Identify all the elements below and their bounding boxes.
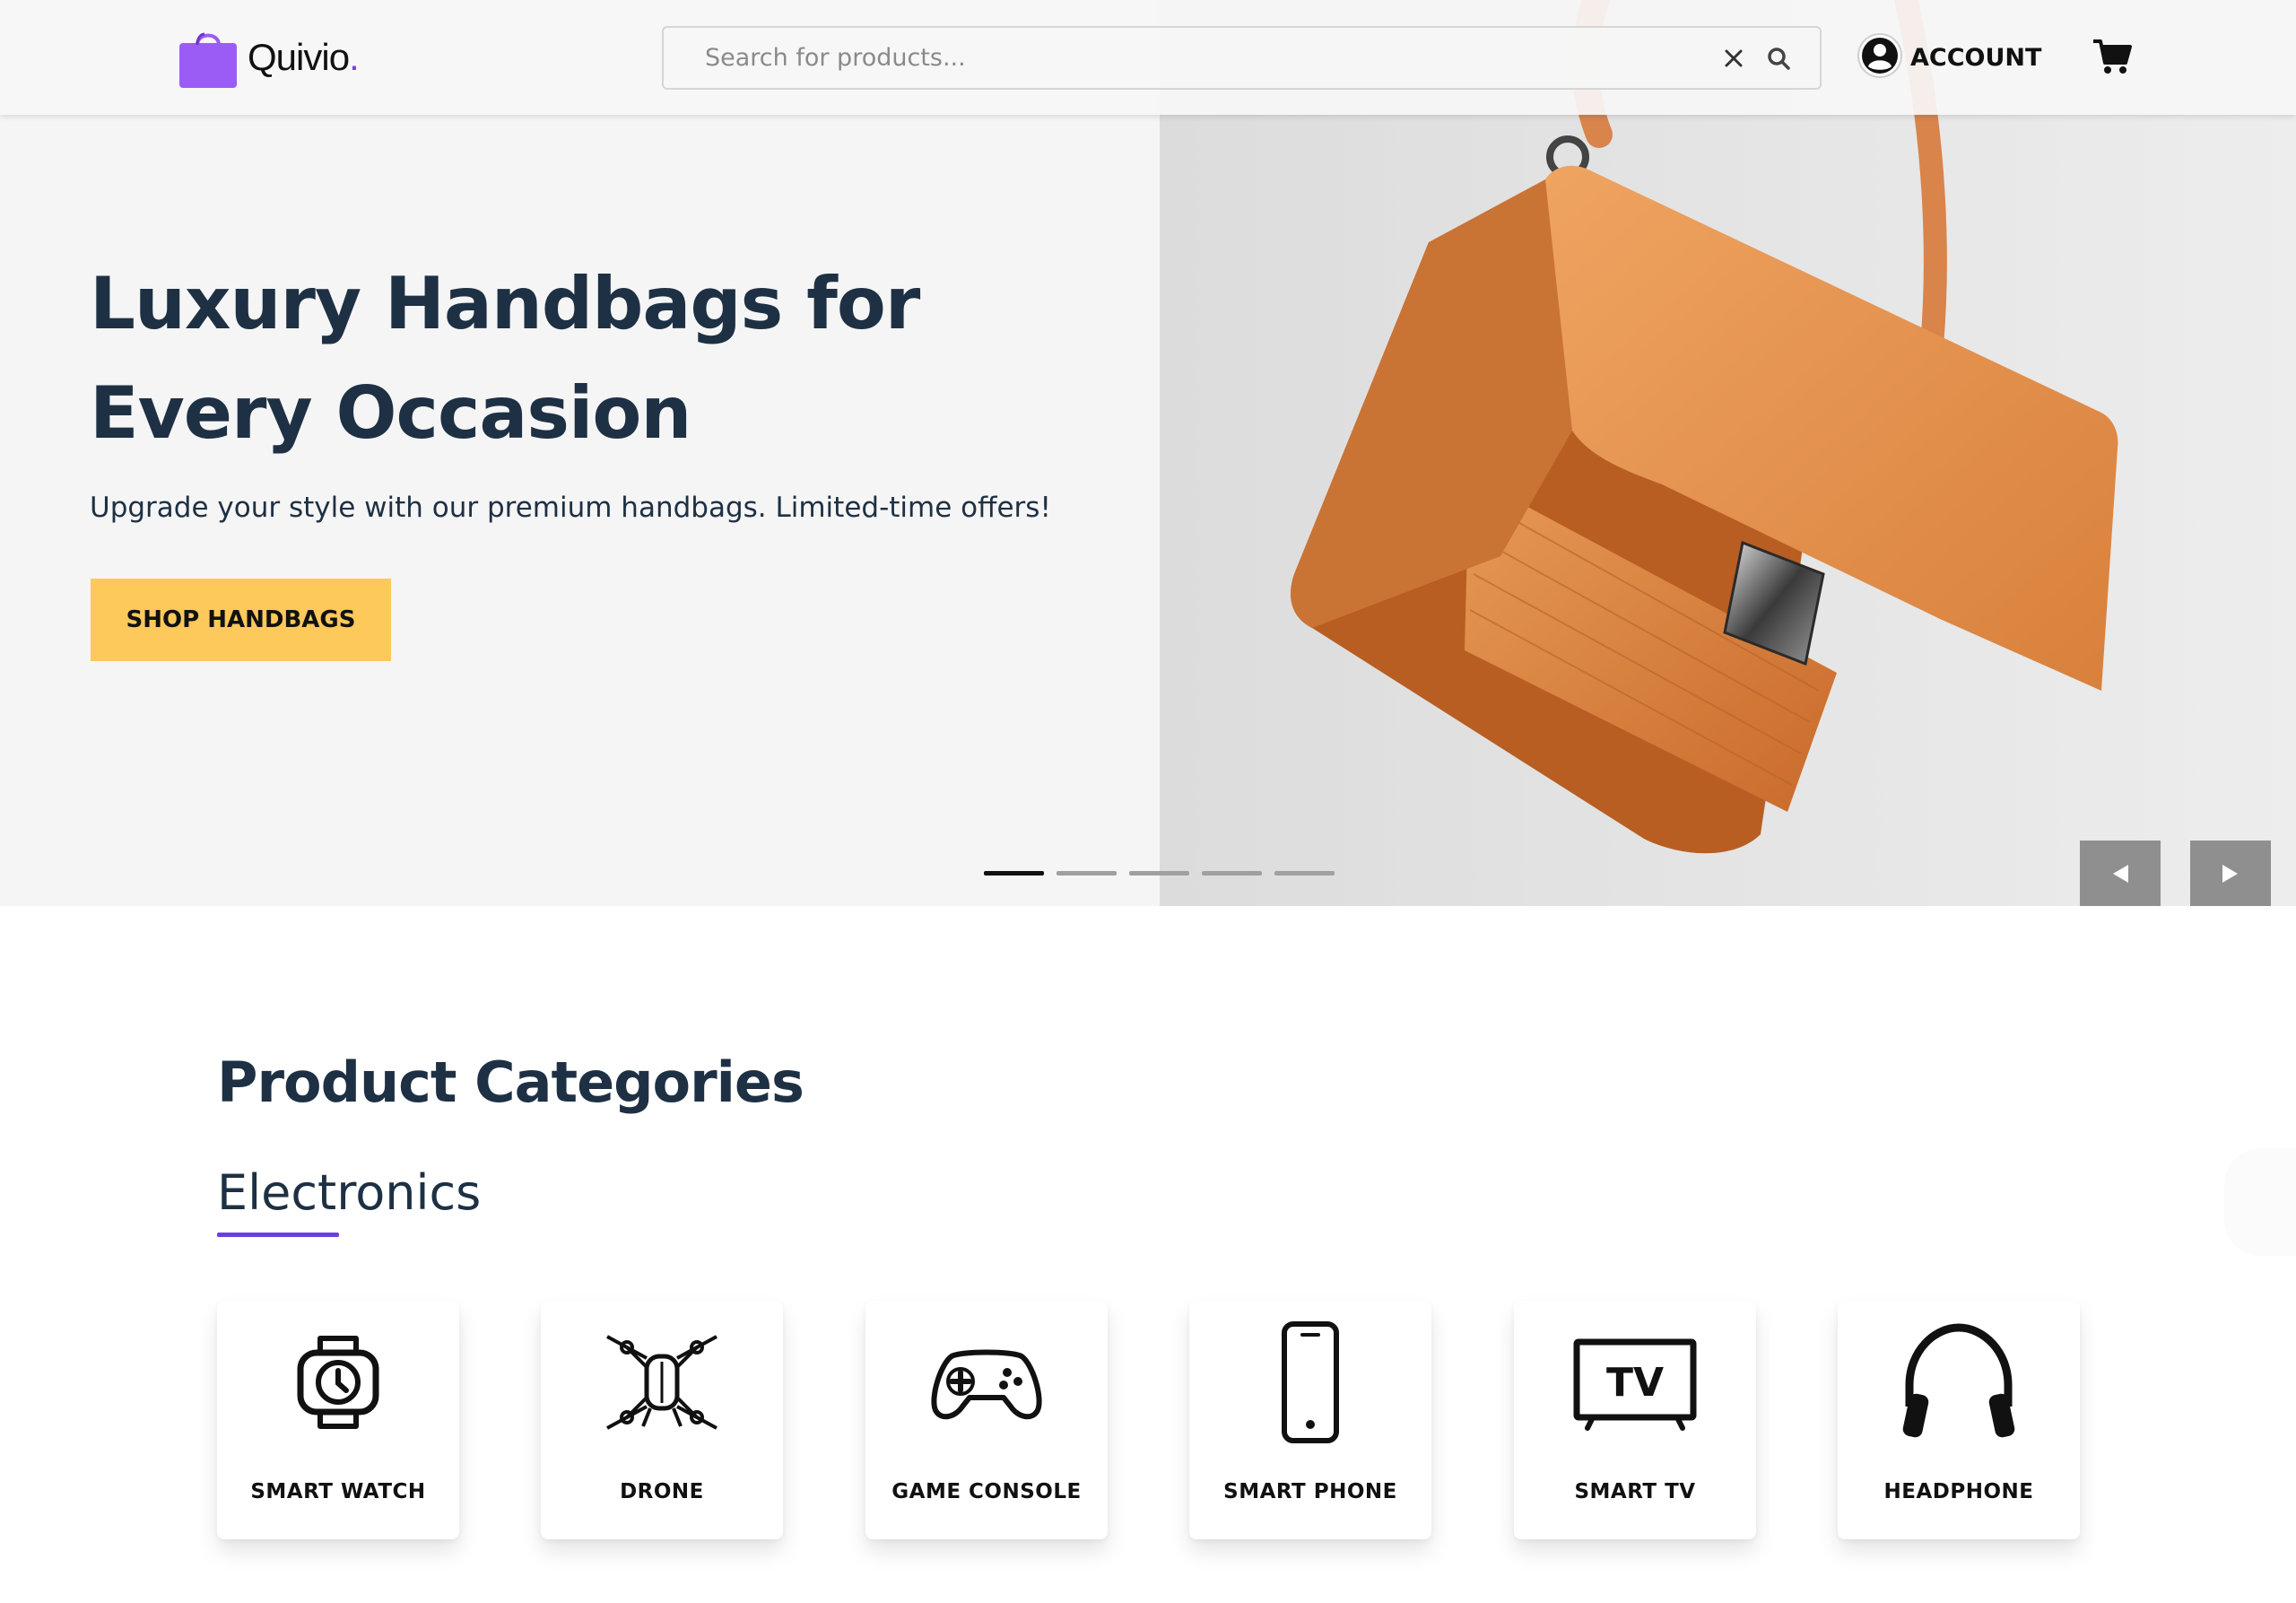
category-label: SMART WATCH (250, 1480, 426, 1503)
category-card-headphone[interactable]: HEADPHONE (1838, 1301, 2080, 1539)
tv-icon: TV (1573, 1320, 1697, 1444)
category-card-smart-watch[interactable]: SMART WATCH (217, 1301, 459, 1539)
search-icon[interactable] (1763, 43, 1794, 74)
smartphone-icon (1248, 1320, 1372, 1444)
carousel-dot-5[interactable] (1274, 871, 1335, 876)
hero-title-line1: Luxury Handbags for (90, 262, 920, 345)
category-card-smart-phone[interactable]: SMART PHONE (1189, 1301, 1431, 1539)
handbag-image (1291, 0, 2118, 854)
hero-image (1160, 0, 2296, 906)
side-panel-edge (2224, 1148, 2296, 1256)
svg-text:TV: TV (1606, 1360, 1664, 1406)
category-card-smart-tv[interactable]: TV SMART TV (1514, 1301, 1756, 1539)
section-title: Product Categories (217, 1050, 804, 1115)
shopping-bag-icon (178, 25, 239, 90)
search-input[interactable] (705, 28, 1647, 88)
tab-electronics[interactable]: Electronics (217, 1164, 481, 1221)
carousel-dot-1[interactable] (984, 871, 1044, 876)
close-icon[interactable] (1718, 43, 1749, 74)
category-label: GAME CONSOLE (891, 1480, 1082, 1503)
carousel-dot-4[interactable] (1202, 871, 1262, 876)
drone-icon (600, 1320, 724, 1444)
caret-left-icon (2113, 865, 2128, 883)
hero-title-line2: Every Occasion (90, 371, 691, 455)
caret-right-icon (2222, 865, 2238, 883)
search-bar (662, 26, 1822, 90)
tab-underline (217, 1233, 339, 1237)
carousel-prev-button[interactable] (2080, 841, 2161, 906)
category-label: SMART TV (1574, 1480, 1696, 1503)
site-header: Quivio. ACCOUNT (0, 0, 2296, 115)
hero-title: Luxury Handbags for Every Occasion (90, 249, 1076, 468)
category-card-game-console[interactable]: GAME CONSOLE (865, 1301, 1108, 1539)
hero-subtitle: Upgrade your style with our premium hand… (90, 492, 1051, 524)
carousel-indicators (984, 871, 1335, 876)
headphone-icon (1897, 1320, 2021, 1444)
category-label: DRONE (620, 1480, 704, 1503)
user-circle-icon (1857, 32, 1903, 83)
category-label: SMART PHONE (1223, 1480, 1397, 1503)
logo-text: Quivio. (248, 36, 360, 78)
account-link[interactable]: ACCOUNT (1857, 30, 2041, 84)
game-controller-icon (925, 1320, 1048, 1444)
category-label: HEADPHONE (1883, 1480, 2034, 1503)
cart-icon[interactable] (2092, 36, 2133, 77)
hero-banner: Luxury Handbags for Every Occasion Upgra… (0, 0, 2296, 906)
category-card-drone[interactable]: DRONE (541, 1301, 783, 1539)
shop-handbags-button[interactable]: SHOP HANDBAGS (91, 579, 391, 661)
logo-link[interactable]: Quivio. (178, 23, 360, 91)
carousel-dot-2[interactable] (1057, 871, 1117, 876)
carousel-dot-3[interactable] (1129, 871, 1189, 876)
account-label: ACCOUNT (1910, 43, 2042, 72)
smart-watch-icon (276, 1320, 400, 1444)
carousel-next-button[interactable] (2190, 841, 2271, 906)
